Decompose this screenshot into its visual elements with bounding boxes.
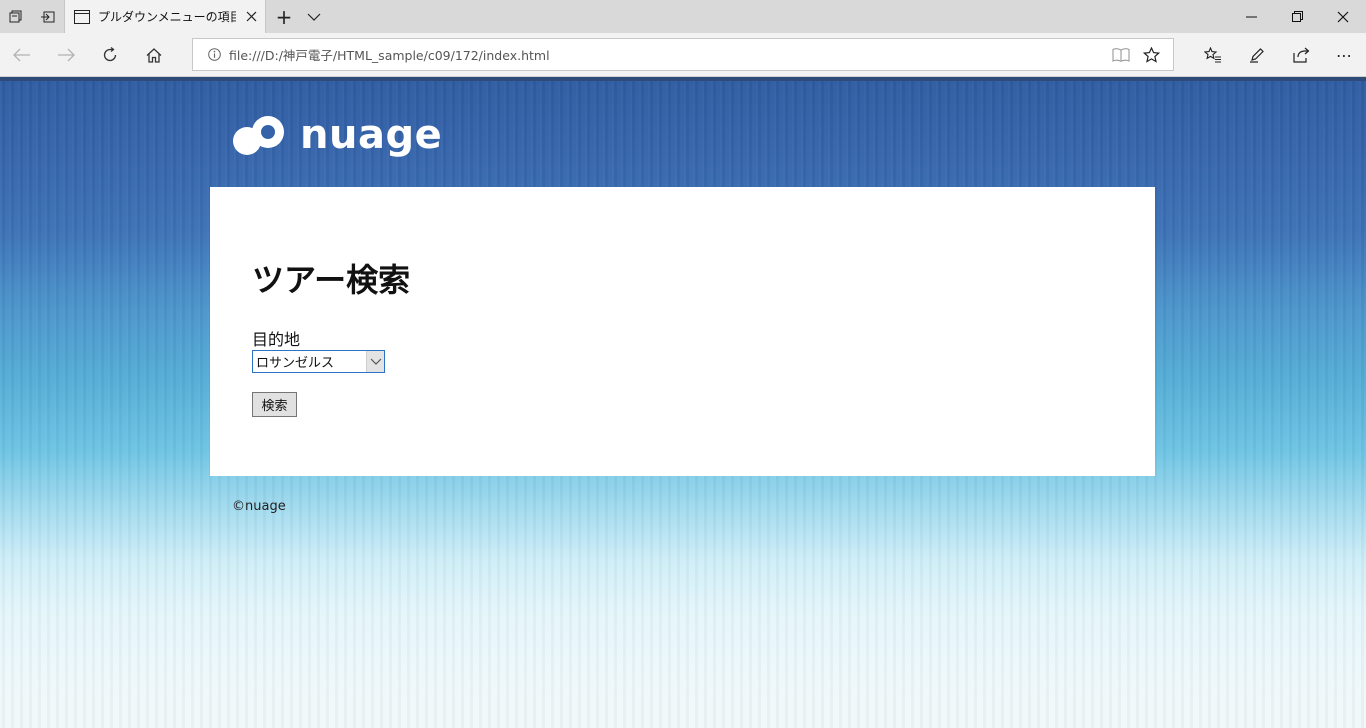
set-aside-icon[interactable] xyxy=(32,0,64,33)
home-icon[interactable] xyxy=(132,33,176,77)
share-icon[interactable] xyxy=(1279,33,1323,77)
destination-label: 目的地 xyxy=(252,330,301,349)
logo-mark-icon xyxy=(233,116,284,155)
more-icon[interactable]: ⋯ xyxy=(1322,33,1366,77)
address-bar[interactable]: file:///D:/神戸電子/HTML_sample/c09/172/inde… xyxy=(192,38,1174,71)
page-icon xyxy=(74,9,90,24)
search-button[interactable]: 検索 xyxy=(252,392,297,417)
reading-view-icon[interactable] xyxy=(1109,43,1133,67)
browser-nav-bar: file:///D:/神戸電子/HTML_sample/c09/172/inde… xyxy=(0,33,1366,77)
forward-icon[interactable] xyxy=(44,33,88,77)
browser-tab-bar: プルダウンメニューの項目を + xyxy=(0,0,1366,33)
site-logo[interactable]: nuage xyxy=(230,113,442,157)
address-text[interactable]: file:///D:/神戸電子/HTML_sample/c09/172/inde… xyxy=(229,45,550,64)
favorites-icon[interactable] xyxy=(1191,33,1235,77)
tab-active[interactable]: プルダウンメニューの項目を xyxy=(64,0,266,33)
web-page: nuage ツアー検索 目的地 ロサンゼルス 検索 ©nuage xyxy=(0,81,1366,728)
destination-select[interactable]: ロサンゼルス xyxy=(252,350,385,373)
page-heading: ツアー検索 xyxy=(252,261,411,299)
chevron-down-icon[interactable] xyxy=(298,0,330,33)
search-card: ツアー検索 目的地 ロサンゼルス 検索 xyxy=(210,187,1155,476)
info-icon[interactable] xyxy=(203,44,225,66)
chevron-down-icon[interactable] xyxy=(366,351,384,372)
star-icon[interactable] xyxy=(1139,43,1163,67)
tab-title: プルダウンメニューの項目を xyxy=(98,10,236,24)
logo-text: nuage xyxy=(300,112,443,158)
footer-copyright: ©nuage xyxy=(232,499,286,514)
pen-icon[interactable] xyxy=(1235,33,1279,77)
plus-icon[interactable]: + xyxy=(268,0,300,33)
close-icon[interactable] xyxy=(246,11,257,22)
tab-manager-icon[interactable] xyxy=(0,0,32,33)
refresh-icon[interactable] xyxy=(88,33,132,77)
back-icon[interactable] xyxy=(0,33,44,77)
window-close-icon[interactable] xyxy=(1320,0,1366,33)
restore-icon[interactable] xyxy=(1274,0,1320,33)
minimize-icon[interactable] xyxy=(1228,0,1274,33)
destination-selected-value: ロサンゼルス xyxy=(256,356,335,371)
